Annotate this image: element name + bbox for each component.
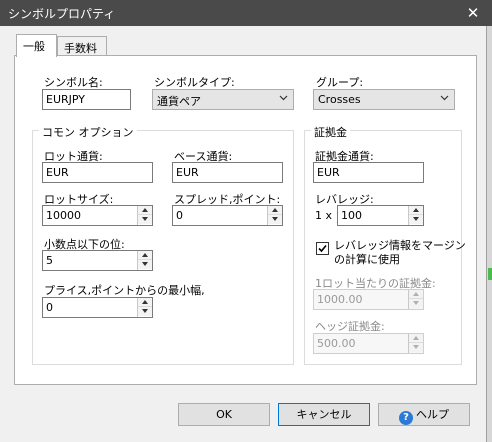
margin-currency-field[interactable] — [313, 162, 424, 183]
margin-title: 証拠金 — [311, 124, 350, 140]
decimals-up-button[interactable] — [138, 251, 152, 260]
symbol-type-value: 通貨ペア — [157, 95, 201, 108]
tab-general-label: 一般 — [23, 40, 45, 53]
hedge-margin-stepper: 500.00 — [313, 333, 424, 354]
symbol-type-select[interactable]: 通貨ペア — [152, 89, 294, 110]
background-indicator — [488, 268, 492, 280]
title-bar: シンボルプロパティ ✕ — [0, 0, 492, 26]
margin-per-lot-down-button — [409, 299, 423, 308]
margin-per-lot-value: 1000.00 — [317, 293, 363, 306]
hedge-margin-up-button — [409, 334, 423, 343]
tab-commission-label: 手数料 — [64, 42, 97, 55]
lot-size-down-button[interactable] — [138, 215, 152, 224]
spread-stepper[interactable]: 0 — [172, 205, 283, 226]
background-window-edge — [486, 26, 492, 442]
window-title: シンボルプロパティ — [8, 7, 116, 21]
cancel-button[interactable]: キャンセル — [278, 403, 370, 426]
min-width-up-button[interactable] — [138, 298, 152, 307]
base-currency-field[interactable] — [172, 162, 283, 183]
leverage-prefix: 1 x — [315, 209, 333, 222]
chevron-down-icon — [279, 95, 288, 101]
help-icon: ? — [399, 411, 413, 425]
symbol-type-label: シンボルタイプ: — [154, 76, 235, 89]
group-label: グループ: — [316, 76, 364, 89]
decimals-down-button[interactable] — [138, 260, 152, 269]
help-button[interactable]: ? ヘルプ — [378, 403, 470, 426]
min-width-down-button[interactable] — [138, 307, 152, 316]
decimals-value: 5 — [46, 254, 53, 267]
min-width-stepper[interactable]: 0 — [42, 297, 153, 318]
symbol-name-input[interactable] — [46, 93, 127, 106]
hedge-margin-label: ヘッジ証拠金: — [315, 320, 385, 333]
tab-general[interactable]: 一般 — [16, 34, 57, 57]
symbol-name-field[interactable] — [42, 89, 131, 110]
group-value: Crosses — [318, 93, 361, 106]
cancel-button-label: キャンセル — [296, 408, 352, 421]
lot-size-value: 10000 — [46, 209, 81, 222]
use-leverage-checkbox[interactable] — [316, 242, 329, 255]
leverage-up-button[interactable] — [409, 206, 423, 215]
margin-currency-input[interactable] — [317, 166, 420, 179]
base-currency-input[interactable] — [176, 166, 279, 179]
leverage-stepper[interactable]: 100 — [337, 205, 424, 226]
checkmark-icon — [318, 244, 327, 253]
group-select[interactable]: Crosses — [313, 89, 455, 110]
ok-button[interactable]: OK — [178, 403, 270, 426]
close-icon[interactable]: ✕ — [460, 2, 486, 24]
spread-down-button[interactable] — [268, 215, 282, 224]
lot-size-up-button[interactable] — [138, 206, 152, 215]
ok-button-label: OK — [216, 408, 232, 421]
common-options-title: コモン オプション — [39, 124, 137, 140]
decimals-stepper[interactable]: 5 — [42, 250, 153, 271]
hedge-margin-value: 500.00 — [317, 337, 356, 350]
symbol-name-label: シンボル名: — [44, 76, 103, 89]
use-leverage-label-line2: の計算に使用 — [334, 253, 400, 266]
lot-currency-input[interactable] — [46, 166, 149, 179]
chevron-down-icon — [440, 95, 449, 101]
tab-commission[interactable]: 手数料 — [57, 36, 107, 56]
lot-size-stepper[interactable]: 10000 — [42, 205, 153, 226]
spread-up-button[interactable] — [268, 206, 282, 215]
leverage-down-button[interactable] — [409, 215, 423, 224]
margin-per-lot-up-button — [409, 290, 423, 299]
help-button-label: ヘルプ — [416, 408, 449, 421]
leverage-value: 100 — [341, 209, 362, 222]
min-width-value: 0 — [46, 301, 53, 314]
margin-per-lot-stepper: 1000.00 — [313, 289, 424, 310]
spread-value: 0 — [176, 209, 183, 222]
min-width-label: プライス,ポイントからの最小幅, — [44, 284, 205, 297]
hedge-margin-down-button — [409, 343, 423, 352]
lot-currency-field[interactable] — [42, 162, 153, 183]
